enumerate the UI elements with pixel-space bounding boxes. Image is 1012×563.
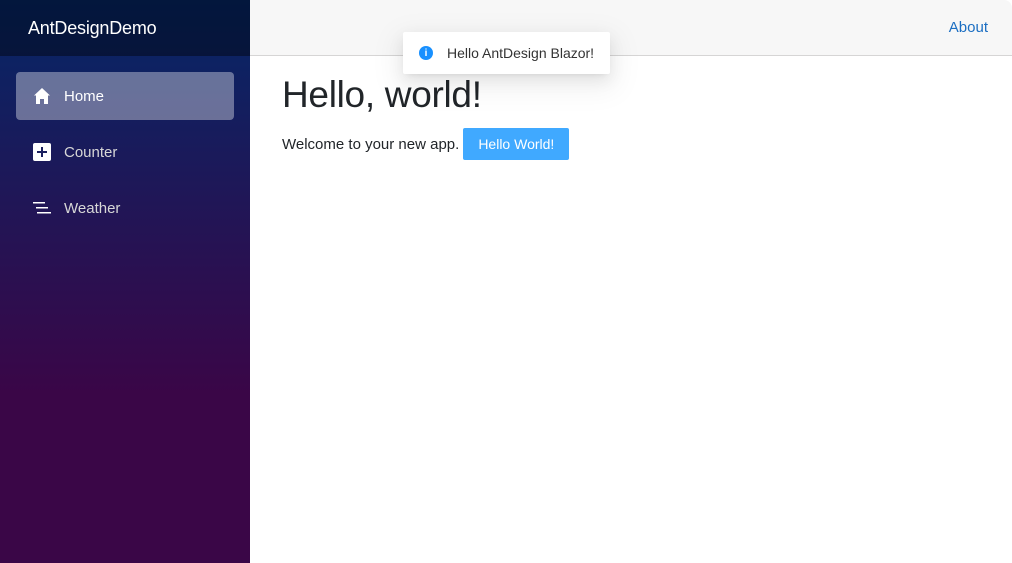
plus-square-icon bbox=[32, 142, 52, 162]
sidebar-item-label: Weather bbox=[64, 199, 121, 217]
page-title: Hello, world! bbox=[282, 74, 482, 115]
app-window: AntDesignDemo Home Counter Weather About… bbox=[0, 0, 1012, 563]
home-icon bbox=[32, 86, 52, 106]
page-content: Hello, world! Welcome to your new app. H… bbox=[250, 56, 1012, 178]
list-icon bbox=[32, 198, 52, 218]
toast-message: Hello AntDesign Blazor! bbox=[447, 45, 595, 61]
hello-world-button[interactable]: Hello World! bbox=[463, 128, 570, 160]
welcome-text: Welcome to your new app. bbox=[282, 135, 460, 153]
message-toast: i Hello AntDesign Blazor! bbox=[403, 32, 611, 74]
main-area: About Hello, world! Welcome to your new … bbox=[250, 0, 1012, 563]
sidebar-item-home[interactable]: Home bbox=[16, 72, 234, 120]
welcome-row: Welcome to your new app. Hello World! bbox=[282, 128, 980, 160]
sidebar-item-counter[interactable]: Counter bbox=[16, 128, 234, 176]
brand-title[interactable]: AntDesignDemo bbox=[28, 18, 157, 39]
info-circle-icon: i bbox=[419, 46, 433, 60]
sidebar: AntDesignDemo Home Counter Weather bbox=[0, 0, 250, 563]
sidebar-item-label: Home bbox=[64, 87, 105, 105]
top-bar: About bbox=[250, 0, 1012, 56]
about-link[interactable]: About bbox=[949, 19, 988, 36]
sidebar-item-label: Counter bbox=[64, 143, 118, 161]
nav-menu: Home Counter Weather bbox=[0, 56, 250, 232]
brand-bar: AntDesignDemo bbox=[0, 0, 250, 56]
sidebar-item-weather[interactable]: Weather bbox=[16, 184, 234, 232]
